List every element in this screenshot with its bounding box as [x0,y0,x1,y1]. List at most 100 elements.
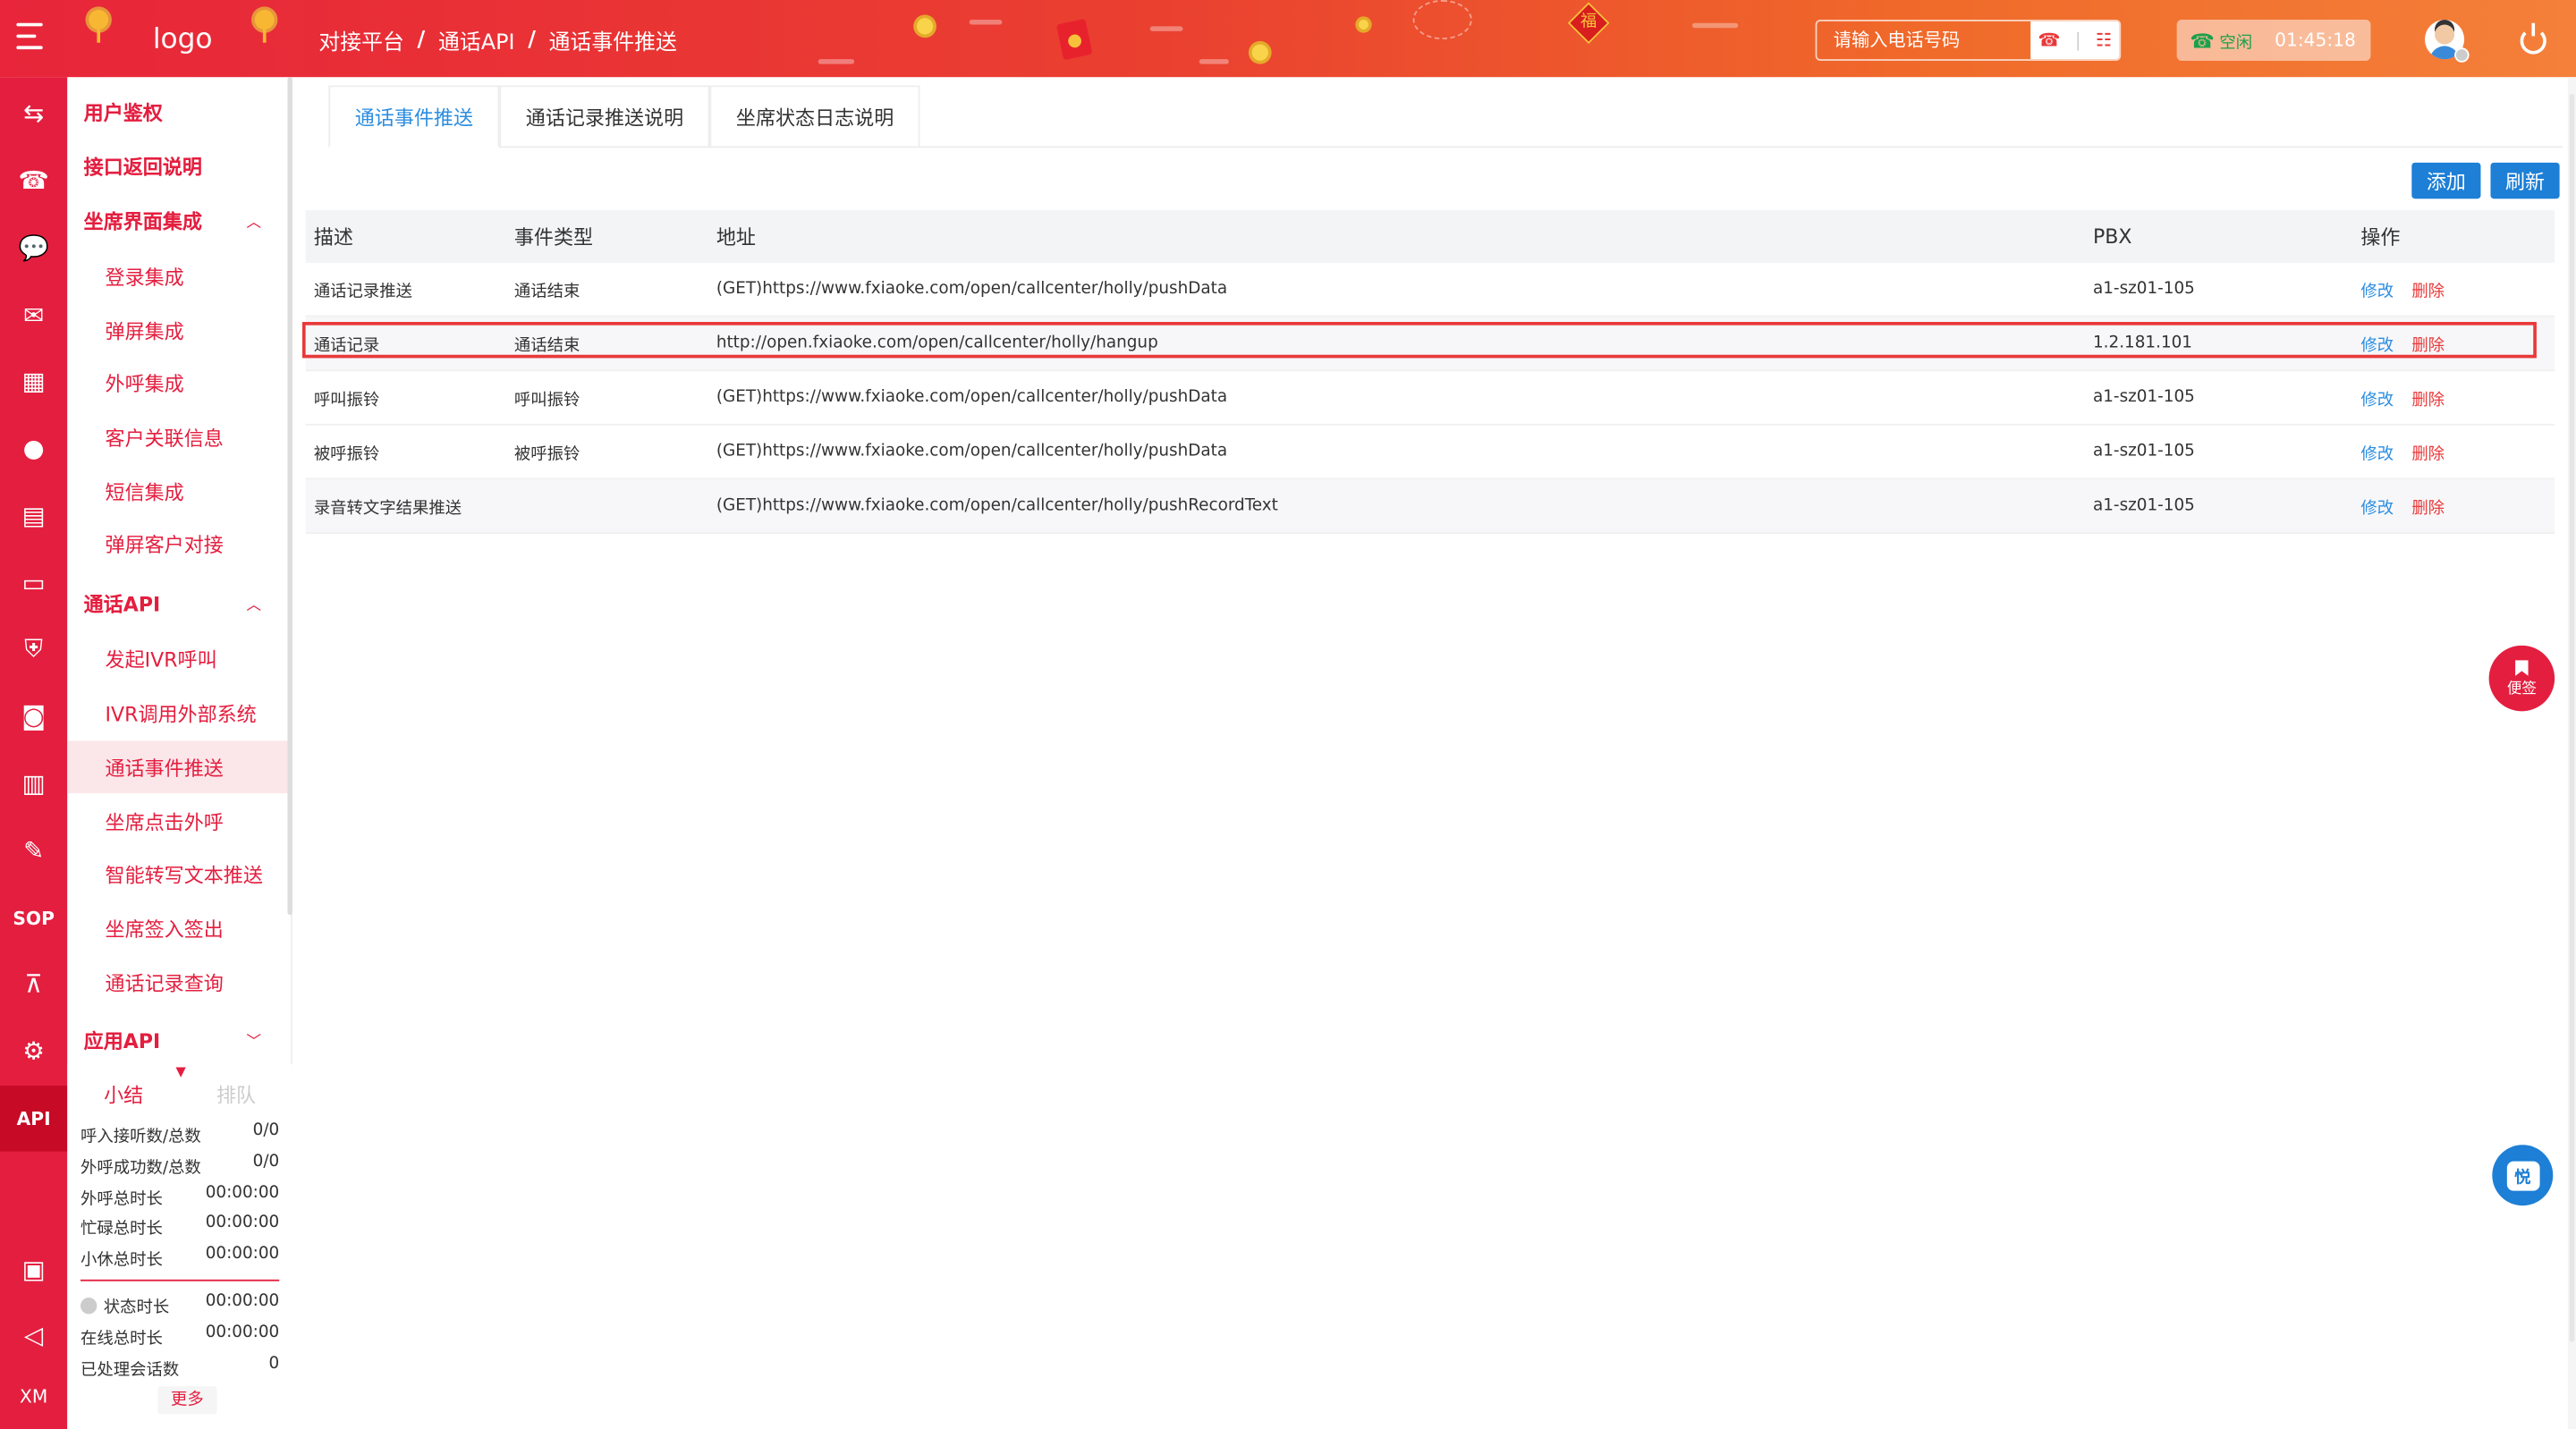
cloud-decoration [818,59,855,64]
edit-link[interactable]: 修改 [2360,439,2394,464]
cell-description: 通话记录推送 [313,283,413,302]
table-row: 通话记录 通话结束 http://open.fxiaoke.com/open/c… [305,317,2555,372]
edit-link[interactable]: 修改 [2360,331,2394,355]
megaphone-icon[interactable]: ◁ [0,1303,67,1368]
sidebar-item[interactable]: 智能转写文本推送 [67,848,287,901]
dial-phone-icon[interactable]: ☎ [2038,30,2060,51]
delete-link[interactable]: 删除 [2411,494,2445,518]
bar-chart-icon[interactable]: ▥ [0,750,67,816]
sidebar-item[interactable]: 坐席签入签出 [67,901,287,954]
breadcrumb-separator: / [528,28,536,53]
sidebar-group-return[interactable]: 接口返回说明 [67,140,287,192]
org-chart-icon[interactable]: ⊼ [0,951,67,1016]
tab-seat-status-log[interactable]: 坐席状态日志说明 [709,85,920,148]
sidebar-item[interactable]: 弹屏集成 [67,304,287,357]
sidebar-group-seat-ui[interactable]: 坐席界面集成 ︿ [67,194,287,247]
stats-label: 状态时长 [80,1293,169,1317]
stats-row: 外呼成功数/总数 0/0 [80,1153,279,1178]
chat-floating-button[interactable]: 悦 [2492,1145,2554,1206]
cell-url: (GET)https://www.fxiaoke.com/open/callce… [716,496,1278,515]
stats-label: 外呼成功数/总数 [80,1159,201,1178]
delete-link[interactable]: 删除 [2411,385,2445,410]
coin-decoration [1245,38,1275,68]
note-floating-button[interactable]: 便签 [2488,645,2555,712]
stats-row: 状态时长 00:00:00 [80,1293,279,1317]
user-icon[interactable]: ● [0,416,67,481]
edit-link[interactable]: 修改 [2360,276,2394,301]
sop-icon[interactable]: SOP [0,885,67,951]
grid-icon[interactable]: ▦ [0,348,67,413]
tab-call-record-push[interactable]: 通话记录推送说明 [499,85,710,148]
fu-char: 福 [1580,13,1597,31]
gear-icon[interactable]: ⚙ [0,1019,67,1084]
app-root: logo 对接平台 / 通话API / 通话事件推送 福 ☎ | ☷ [0,0,2576,1429]
clipboard-icon[interactable]: ▤ [0,483,67,548]
sidebar-group-app-api[interactable]: 应用API ﹀ [67,1013,287,1066]
mail-icon[interactable]: ✉ [0,283,67,348]
stats-tab-summary[interactable]: 小结 [67,1074,180,1109]
sidebar-item[interactable]: 发起IVR呼叫 [67,632,287,685]
cell-url: (GET)https://www.fxiaoke.com/open/callce… [716,388,1228,407]
sidebar-item[interactable]: 外呼集成 [67,357,287,410]
chat-icon[interactable]: 💬 [0,216,67,281]
edit-link[interactable]: 修改 [2360,385,2394,410]
sidebar-item[interactable]: 弹屏客户对接 [67,518,287,571]
shield-icon[interactable]: ⛨ [0,616,67,681]
breadcrumb-item[interactable]: 对接平台 [318,25,404,56]
tab-call-event-push[interactable]: 通话事件推送 [328,85,500,148]
stats-value: 00:00:00 [205,1184,280,1203]
api-icon[interactable]: API [0,1086,68,1152]
breadcrumb-separator: / [417,28,426,53]
phone-search: ☎ | ☷ [1815,20,2122,61]
sidebar-item[interactable]: 短信集成 [67,465,287,518]
stats-label: 忙碌总时长 [80,1220,163,1239]
sidebar-item[interactable]: 坐席点击外呼 [67,795,287,848]
keypad-icon[interactable]: ☷ [2096,30,2112,51]
table-row: 录音转文字结果推送 (GET)https://www.fxiaoke.com/o… [305,479,2555,534]
cell-pbx: 1.2.181.101 [2092,334,2193,352]
cell-description: 通话记录 [313,337,380,356]
breadcrumb-item-current: 通话事件推送 [548,30,677,56]
note-label: 便签 [2506,681,2537,698]
stats-row: 在线总时长 00:00:00 [80,1323,279,1349]
transfer-icon[interactable]: ⇆ [0,80,67,146]
breadcrumb-item[interactable]: 通话API [438,25,515,56]
sidebar-group-call-api[interactable]: 通话API ︿ [67,577,287,630]
delete-link[interactable]: 删除 [2411,439,2445,464]
stats-row: 忙碌总时长 00:00:00 [80,1213,279,1239]
sidebar-item[interactable]: IVR调用外部系统 [67,687,287,740]
sidebar-item-active[interactable]: 通话事件推送 [67,740,288,794]
monitor-icon[interactable]: ▭ [0,550,67,615]
refresh-button[interactable]: 刷新 [2490,162,2560,199]
sidebar-item[interactable]: 客户关联信息 [67,410,287,463]
table-row: 被呼振铃 被呼振铃 (GET)https://www.fxiaoke.com/o… [305,426,2555,480]
delete-link[interactable]: 删除 [2411,331,2445,355]
main-scrollbar[interactable] [2567,77,2576,1429]
message-icon[interactable]: ✎ [0,818,67,884]
cell-description: 被呼振铃 [313,445,380,464]
more-button[interactable]: 更多 [157,1386,217,1415]
stats-label: 在线总时长 [80,1330,163,1349]
robot-icon[interactable]: ◙ [0,683,67,748]
agent-status[interactable]: ☎ 空闲 01:45:18 [2176,20,2371,61]
delete-link[interactable]: 删除 [2411,276,2445,301]
firework-decoration [1412,0,1472,40]
sidebar-item[interactable]: 通话记录查询 [67,956,287,1009]
phone-icon[interactable]: ☎ [0,148,67,213]
stats-tab-queue[interactable]: 排队 [180,1074,292,1109]
edit-link[interactable]: 修改 [2360,494,2394,518]
status-label: 空闲 [2219,34,2253,53]
sidebar-group-auth[interactable]: 用户鉴权 [67,86,287,139]
add-button[interactable]: 添加 [2411,162,2481,199]
xm-icon[interactable]: XM [0,1364,67,1429]
sidebar-item[interactable]: 登录集成 [67,249,287,302]
power-icon[interactable] [2520,22,2546,55]
phone-number-input[interactable] [1817,21,2031,60]
wechat-icon[interactable]: ▣ [0,1237,67,1302]
cell-pbx: a1-sz01-105 [2092,280,2195,299]
scrollbar-thumb[interactable] [2569,93,2575,1342]
logo: logo [152,22,213,56]
menu-toggle-icon[interactable] [16,22,49,53]
stats-tabs: 小结 排队 [67,1074,292,1109]
cell-pbx: a1-sz01-105 [2092,388,2195,407]
